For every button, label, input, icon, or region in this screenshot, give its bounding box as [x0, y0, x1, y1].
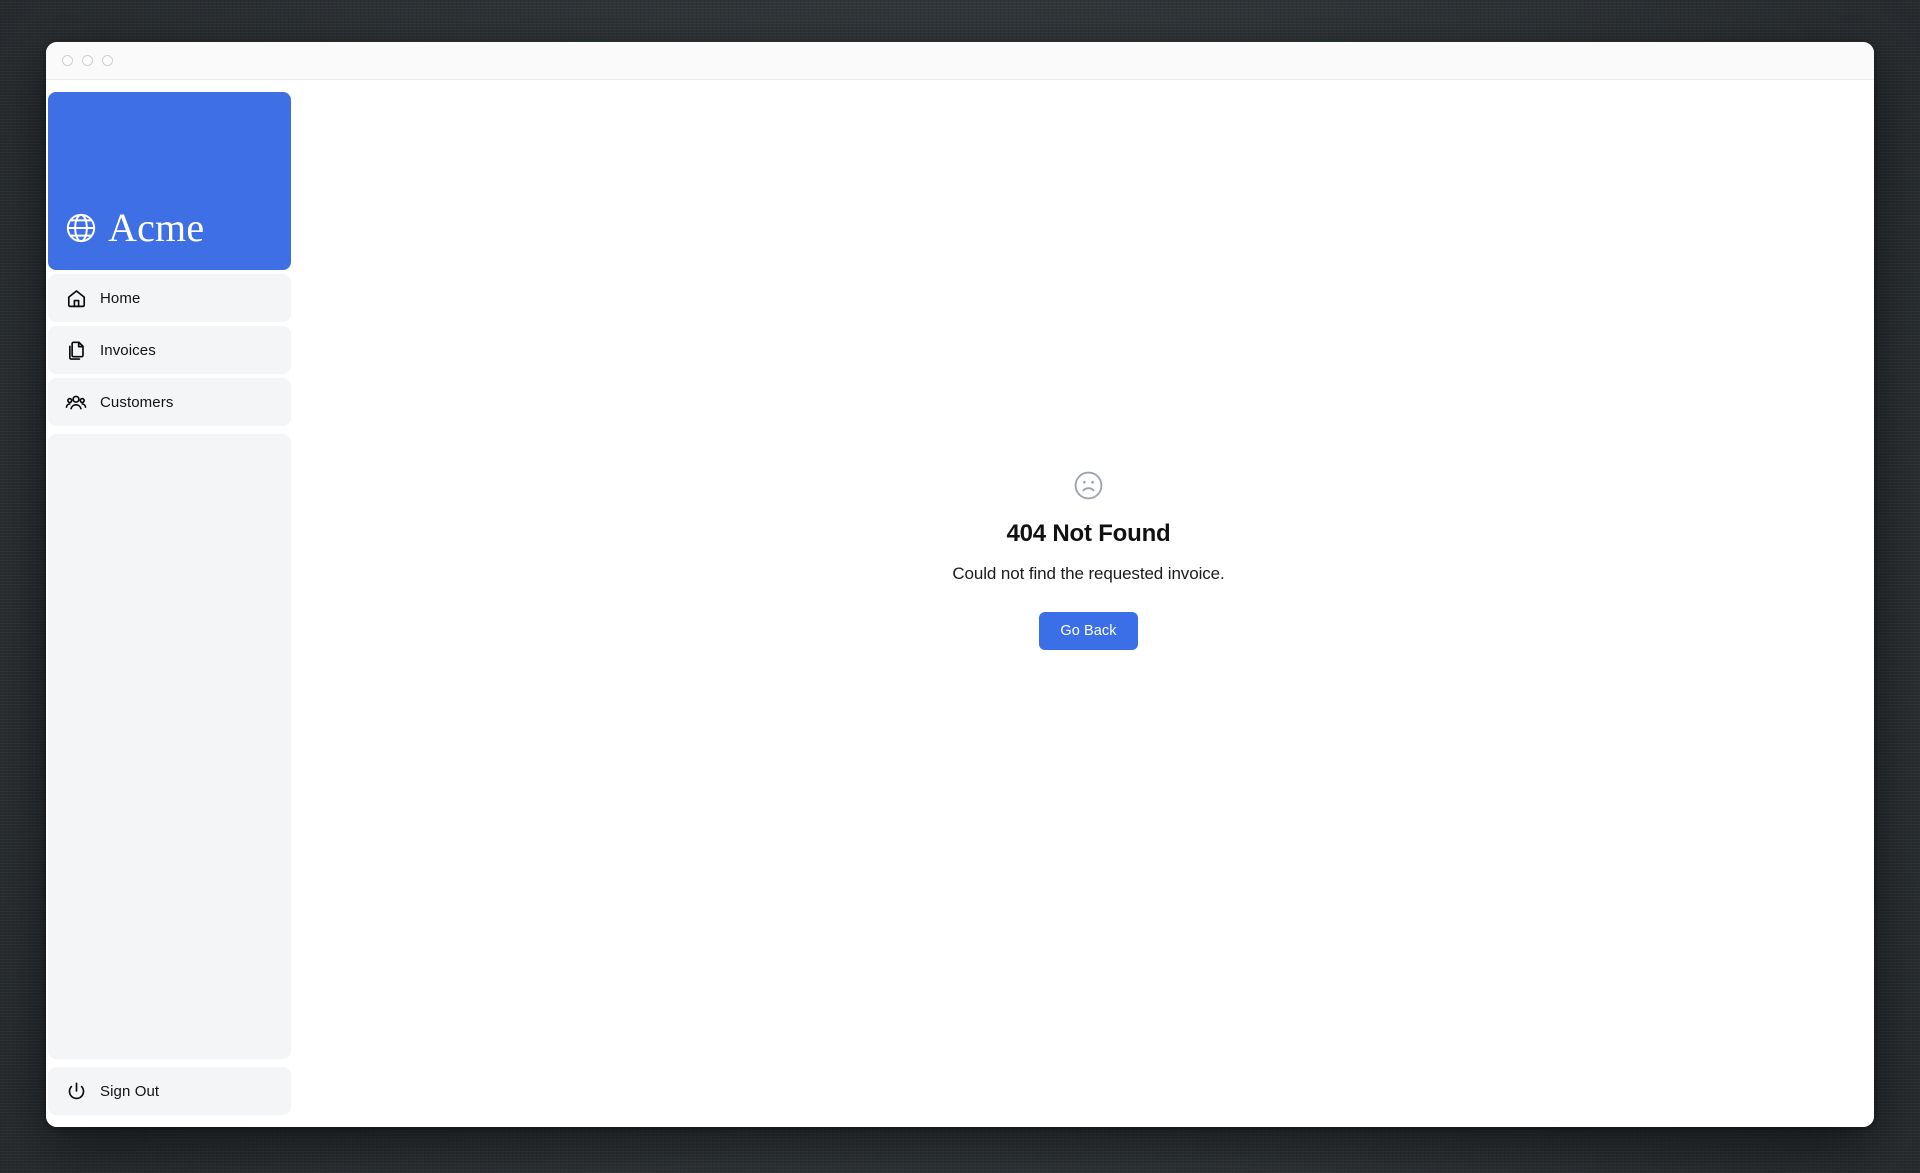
documents-icon	[65, 339, 87, 361]
power-icon	[65, 1080, 87, 1102]
face-frown-icon	[1072, 469, 1105, 507]
sidebar-item-home[interactable]: Home	[48, 274, 291, 322]
window-body: Acme Home Invoices Customers Sign Out 40…	[46, 80, 1874, 1127]
sidebar: Acme Home Invoices Customers Sign Out	[46, 80, 303, 1127]
sidebar-item-label: Customers	[100, 393, 174, 411]
sidebar-item-customers[interactable]: Customers	[48, 378, 291, 426]
users-icon	[65, 391, 87, 413]
app-window: Acme Home Invoices Customers Sign Out 40…	[46, 42, 1874, 1127]
sidebar-item-label: Invoices	[100, 341, 156, 359]
sign-out-label: Sign Out	[100, 1082, 160, 1100]
brand-name: Acme	[108, 205, 205, 250]
maximize-window-button[interactable]	[102, 55, 113, 66]
page-title: 404 Not Found	[1006, 520, 1171, 547]
not-found-block: 404 Not Found Could not find the request…	[952, 469, 1225, 650]
sidebar-item-label: Home	[100, 289, 141, 307]
minimize-window-button[interactable]	[82, 55, 93, 66]
globe-icon	[64, 211, 98, 245]
sidebar-filler	[48, 434, 291, 1059]
sidebar-item-invoices[interactable]: Invoices	[48, 326, 291, 374]
close-window-button[interactable]	[62, 55, 73, 66]
main-content: 404 Not Found Could not find the request…	[303, 80, 1874, 1127]
brand-logo: Acme	[64, 208, 204, 248]
brand-logo-link[interactable]: Acme	[48, 92, 291, 270]
home-icon	[65, 287, 87, 309]
sign-out-button[interactable]: Sign Out	[48, 1067, 291, 1115]
go-back-button[interactable]: Go Back	[1039, 612, 1138, 650]
error-message: Could not find the requested invoice.	[952, 564, 1225, 583]
window-title-bar	[46, 42, 1874, 80]
